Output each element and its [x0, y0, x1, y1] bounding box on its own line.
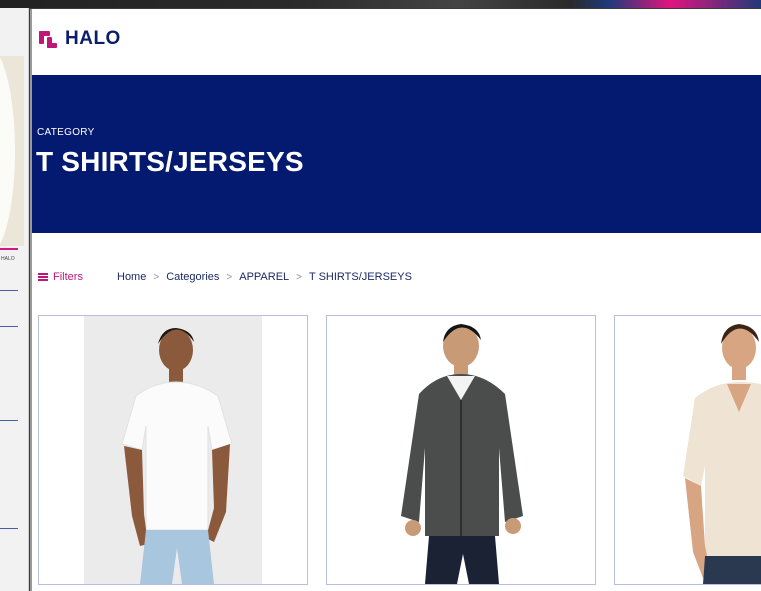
browser-window: HALO CATEGORY T SHIRTS/JERSEYS Filters H…	[30, 9, 761, 591]
hero-eyebrow: CATEGORY	[37, 127, 95, 138]
breadcrumb-apparel[interactable]: APPAREL	[239, 271, 289, 283]
site-header: HALO	[32, 9, 761, 75]
product-card[interactable]	[38, 315, 308, 585]
background-divider	[0, 326, 18, 327]
filter-breadcrumb-bar: Filters Home > Categories > APPAREL > T …	[32, 271, 761, 287]
breadcrumb-categories[interactable]: Categories	[166, 271, 219, 283]
background-divider	[0, 528, 18, 529]
chevron-right-icon: >	[226, 271, 233, 283]
chevron-right-icon: >	[153, 271, 160, 283]
page-title: T SHIRTS/JERSEYS	[36, 146, 304, 177]
background-image	[0, 46, 24, 256]
product-card[interactable]	[326, 315, 596, 585]
chevron-right-icon: >	[296, 271, 303, 283]
breadcrumb-home[interactable]: Home	[117, 271, 146, 283]
background-accent-line	[0, 248, 18, 250]
filter-lines-icon	[38, 273, 48, 281]
halo-logo-icon	[38, 29, 58, 49]
background-divider	[0, 290, 18, 291]
product-photo	[401, 324, 523, 584]
desktop-top-strip	[0, 0, 761, 8]
background-divider	[0, 420, 18, 421]
background-window-label: HALO	[1, 256, 15, 262]
background-window[interactable]: HALO	[0, 8, 29, 591]
filters-label: Filters	[53, 271, 83, 283]
filters-button[interactable]: Filters	[38, 271, 83, 283]
product-photo	[683, 324, 761, 584]
breadcrumb: Home > Categories > APPAREL > T SHIRTS/J…	[117, 271, 412, 283]
breadcrumb-current: T SHIRTS/JERSEYS	[309, 271, 412, 283]
category-hero-banner: CATEGORY T SHIRTS/JERSEYS	[32, 75, 761, 233]
site-logo[interactable]: HALO	[38, 28, 121, 50]
logo-text: HALO	[65, 28, 121, 49]
product-photo	[121, 328, 233, 584]
product-card[interactable]	[614, 315, 761, 585]
